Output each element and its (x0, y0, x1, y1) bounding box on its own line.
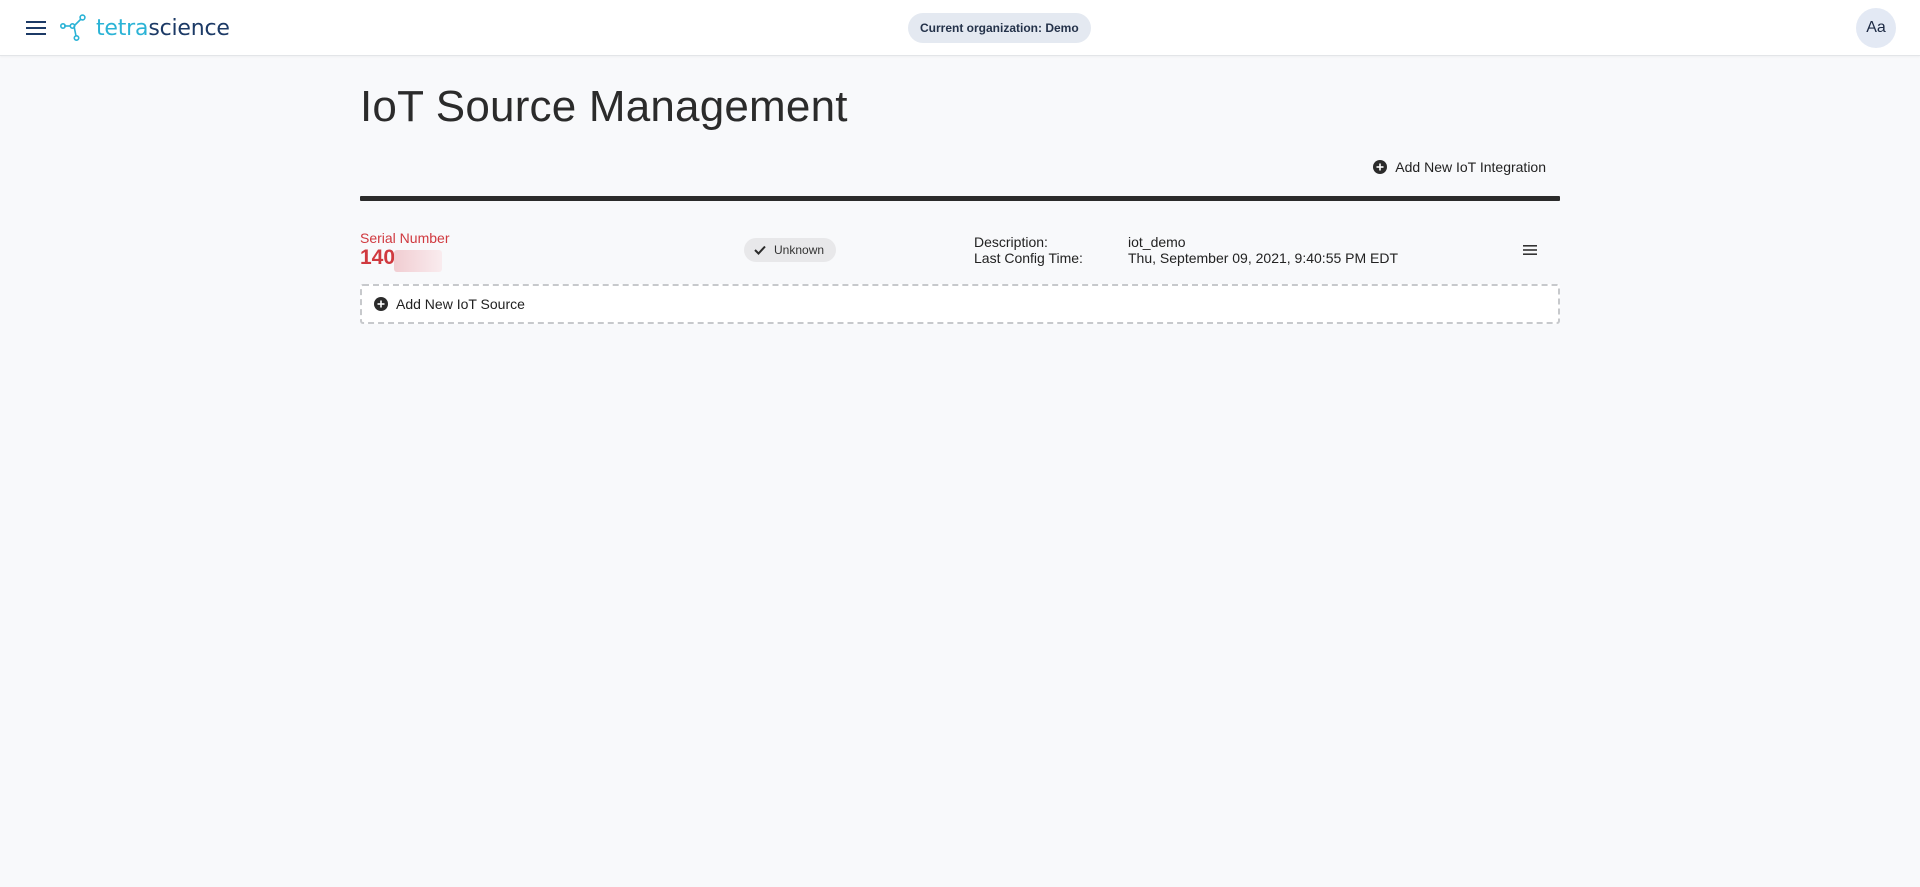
serial-number-value: 140 (360, 246, 396, 269)
description-label: Description: (974, 234, 1048, 250)
add-iot-integration-button[interactable]: Add New IoT Integration (1373, 156, 1546, 178)
add-iot-source-button[interactable]: Add New IoT Source (360, 284, 1560, 324)
iot-source-row: Serial Number 140 Unknown Description: i… (360, 226, 1560, 278)
logo-word-tetra: tetra (96, 15, 149, 41)
logo-word-science: science (148, 15, 230, 41)
source-metadata: Description: iot_demo Last Config Time: … (974, 234, 1398, 266)
section-divider (360, 196, 1560, 201)
logo-wordmark: tetrascience (96, 16, 230, 41)
user-avatar[interactable]: Aa (1856, 8, 1896, 48)
status-badge: Unknown (744, 238, 837, 262)
add-iot-source-label: Add New IoT Source (396, 296, 525, 312)
serial-number-label: Serial Number (360, 230, 450, 246)
source-row-menu-button[interactable] (1518, 238, 1542, 262)
redacted-serial-mask (394, 250, 442, 272)
add-circle-icon (1373, 160, 1388, 174)
last-config-time-label: Last Config Time: (974, 250, 1083, 266)
menu-button[interactable] (22, 14, 50, 42)
status-text: Unknown (774, 243, 825, 257)
organization-badge[interactable]: Current organization: Demo (908, 13, 1091, 43)
top-bar: tetrascience Current organization: Demo … (0, 0, 1920, 56)
description-value: iot_demo (1128, 234, 1186, 250)
checkmark-icon (754, 245, 766, 255)
add-iot-integration-label: Add New IoT Integration (1395, 159, 1546, 175)
hamburger-menu-icon (26, 21, 46, 35)
last-config-time-value: Thu, September 09, 2021, 9:40:55 PM EDT (1128, 250, 1399, 266)
row-menu-icon (1523, 245, 1537, 255)
tetrascience-logo[interactable]: tetrascience (60, 12, 230, 44)
page-title: IoT Source Management (360, 82, 848, 131)
add-circle-icon (374, 297, 388, 311)
molecule-logo-icon (60, 14, 86, 41)
